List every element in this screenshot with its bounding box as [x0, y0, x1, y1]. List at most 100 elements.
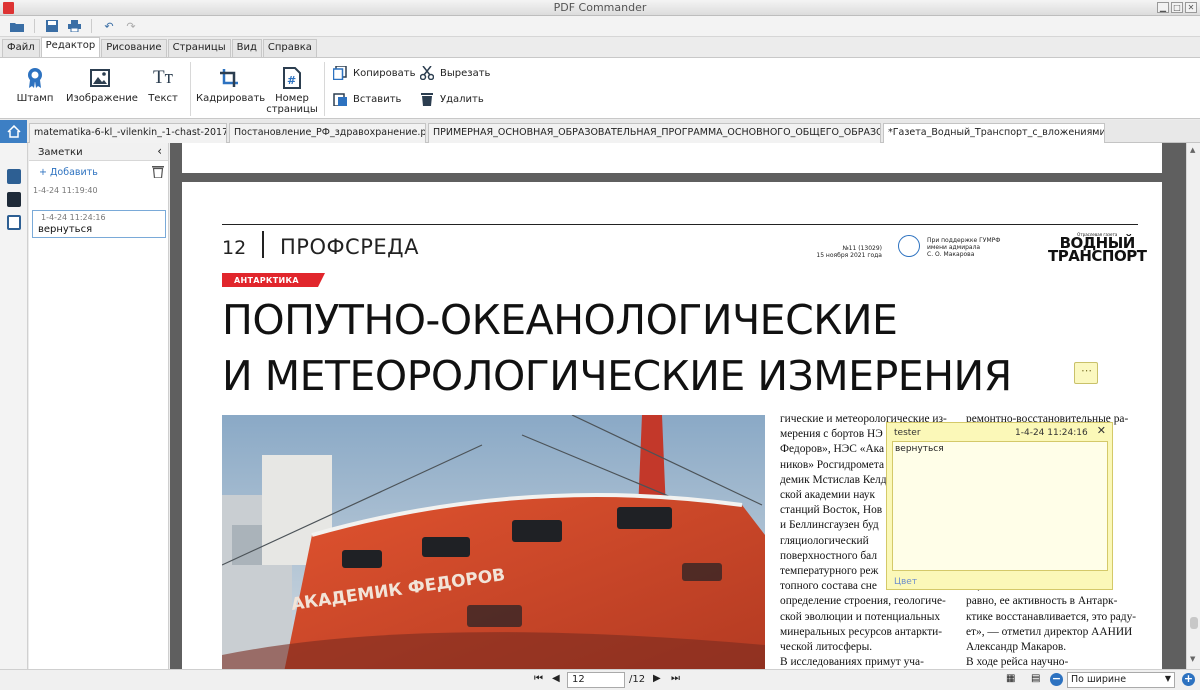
article-line: ет», — отметил директор ААНИИ — [966, 625, 1133, 638]
crop-icon — [218, 67, 240, 89]
undo-icon[interactable]: ↶ — [100, 18, 118, 34]
newspaper-page-number: 12 — [222, 237, 247, 259]
ribbon-divider — [324, 62, 325, 116]
support-line: С. О. Макарова — [927, 251, 975, 258]
zoom-out-icon[interactable]: − — [1050, 673, 1063, 686]
newspaper-masthead: Отраслевая газета ВОДНЫЙ ТРАНСПОРТ — [1048, 232, 1147, 264]
notes-panel-icon[interactable] — [7, 215, 21, 230]
doc-tab[interactable]: ПРИМЕРНАЯ_ОСНОВНАЯ_ОБРАЗОВАТЕЛЬНАЯ_ПРОГР… — [428, 123, 881, 143]
home-button[interactable] — [0, 120, 27, 143]
text-icon: Tт — [152, 67, 174, 89]
comment-annotation-icon[interactable] — [1074, 362, 1098, 384]
rubric-label: АНТАРКТИКА — [222, 273, 325, 287]
note-text-area[interactable]: вернуться — [892, 441, 1108, 571]
delete-note-icon[interactable] — [152, 165, 164, 179]
note-author: tester — [894, 428, 921, 438]
two-page-view-icon[interactable]: ▦ — [1006, 673, 1015, 684]
issue-date: 15 ноября 2021 года — [816, 252, 882, 259]
collapse-panel-icon[interactable]: ‹ — [157, 144, 162, 158]
last-page-icon[interactable]: ⏭ — [671, 673, 680, 684]
tab-view[interactable]: Вид — [231, 39, 262, 57]
note-timestamp: 1-4-24 11:19:40 — [33, 186, 98, 195]
support-line: При поддержке ГУМРФ — [927, 237, 1001, 244]
tab-editor[interactable]: Редактор — [40, 37, 101, 57]
article-line: В ходе рейса научно- — [966, 656, 1069, 669]
doc-tab-active[interactable]: *Газета_Водный_Транспорт_с_вложениями.pd… — [883, 123, 1105, 143]
article-line: ческой литосферы. — [780, 641, 873, 654]
issue-number: №11 (13029) — [842, 245, 882, 252]
note-text: вернуться — [38, 224, 93, 235]
total-pages: /12 — [629, 674, 646, 685]
zoom-in-icon[interactable]: + — [1182, 673, 1195, 686]
note-item-selected[interactable]: 1-4-24 11:24:16 вернуться — [32, 210, 166, 238]
chevron-down-icon: ▼ — [1164, 674, 1171, 683]
gumrf-logo-icon — [898, 235, 920, 257]
crop-button[interactable]: Кадрировать — [196, 64, 265, 104]
delete-label: Удалить — [440, 93, 484, 105]
note-color-button[interactable]: Цвет — [894, 577, 917, 587]
window-controls: ▁ □ ✕ — [1157, 2, 1197, 13]
tab-drawing[interactable]: Рисование — [101, 39, 167, 57]
tab-file[interactable]: Файл — [2, 39, 40, 57]
tab-pages[interactable]: Страницы — [167, 39, 231, 57]
article-line: Александр Макаров. — [966, 641, 1067, 654]
pages-panel-icon[interactable] — [7, 169, 21, 184]
note-popup[interactable]: tester 1-4-24 11:24:16 ✕ вернуться Цвет — [886, 422, 1113, 590]
copy-button[interactable]: Копировать — [333, 66, 415, 80]
scroll-down-icon[interactable]: ▼ — [1190, 655, 1195, 663]
cut-label: Вырезать — [440, 67, 491, 79]
delete-button[interactable]: Удалить — [420, 92, 484, 106]
note-date: 1-4-24 11:24:16 — [1015, 428, 1088, 438]
zoom-select[interactable]: По ширине ▼ — [1067, 672, 1175, 688]
maximize-icon[interactable]: □ — [1171, 2, 1183, 13]
vertical-scrollbar[interactable]: ▲ ▼ — [1186, 143, 1200, 669]
page-number-input[interactable]: 12 — [567, 672, 625, 688]
scroll-up-icon[interactable]: ▲ — [1190, 146, 1195, 154]
issue-info: №11 (13029) 15 ноября 2021 года — [810, 245, 882, 259]
section-title: ПРОФСРЕДА — [280, 235, 419, 259]
page-number-icon: # — [281, 67, 303, 89]
headline-line: И МЕТЕОРОЛОГИЧЕСКИЕ ИЗМЕРЕНИЯ — [222, 352, 1012, 400]
close-icon[interactable]: ✕ — [1097, 424, 1106, 437]
stamp-label: Штамп — [16, 93, 54, 104]
cut-button[interactable]: Вырезать — [420, 66, 490, 80]
stamp-button[interactable]: Штамп — [14, 64, 56, 104]
copy-icon — [333, 66, 347, 80]
document-viewport[interactable]: 12 ПРОФСРЕДА №11 (13029) 15 ноября 2021 … — [170, 143, 1186, 669]
home-icon — [6, 125, 21, 138]
minimize-icon[interactable]: ▁ — [1157, 2, 1169, 13]
previous-page-icon[interactable]: ◀ — [552, 673, 560, 684]
save-icon[interactable] — [43, 18, 61, 34]
notes-panel-title: Заметки — [38, 147, 83, 158]
left-tool-strip — [0, 143, 28, 669]
article-line: ктике восстанавливается, это раду- — [966, 610, 1137, 623]
previous-page — [182, 143, 1162, 173]
scrollbar-thumb[interactable] — [1190, 617, 1198, 629]
close-icon[interactable]: ✕ — [1185, 2, 1197, 13]
note-item[interactable]: 1-4-24 11:19:40 — [33, 186, 98, 195]
redo-icon[interactable]: ↷ — [122, 18, 140, 34]
next-page-icon[interactable]: ▶ — [653, 673, 661, 684]
doc-tab[interactable]: Постановление_РФ_здравохранение.pdf✕ — [229, 123, 426, 143]
article-line: минеральных ресурсов антаркти- — [780, 625, 943, 638]
open-folder-icon[interactable] — [8, 18, 26, 34]
doc-tab[interactable]: matematika-6-kl_-vilenkin_-1-chast-2017.… — [29, 123, 227, 143]
paste-button[interactable]: Вставить — [333, 92, 401, 106]
print-icon[interactable] — [65, 18, 83, 34]
doc-tab-label: matematika-6-kl_-vilenkin_-1-chast-2017.… — [34, 127, 227, 138]
single-page-view-icon[interactable]: ▤ — [1031, 673, 1040, 684]
quick-access-toolbar: ↶ ↷ — [0, 16, 1200, 37]
image-button[interactable]: Изображение — [66, 64, 138, 104]
title-bar: PDF Commander ▁ □ ✕ — [0, 0, 1200, 16]
text-button[interactable]: Tт Текст — [144, 64, 182, 104]
zoom-value: По ширине — [1071, 674, 1127, 685]
support-info: При поддержке ГУМРФ имени адмирала С. О.… — [927, 237, 1027, 258]
add-note-button[interactable]: + Добавить — [39, 167, 98, 178]
tab-help[interactable]: Справка — [262, 39, 317, 57]
trash-icon — [420, 92, 434, 106]
doc-tab-label: ПРИМЕРНАЯ_ОСНОВНАЯ_ОБРАЗОВАТЕЛЬНАЯ_ПРОГР… — [433, 127, 880, 138]
first-page-icon[interactable]: ⏮ — [534, 673, 543, 684]
page-number-button[interactable]: # Номер страницы — [266, 64, 318, 115]
bookmarks-panel-icon[interactable] — [7, 192, 21, 207]
stamp-icon — [24, 67, 46, 89]
